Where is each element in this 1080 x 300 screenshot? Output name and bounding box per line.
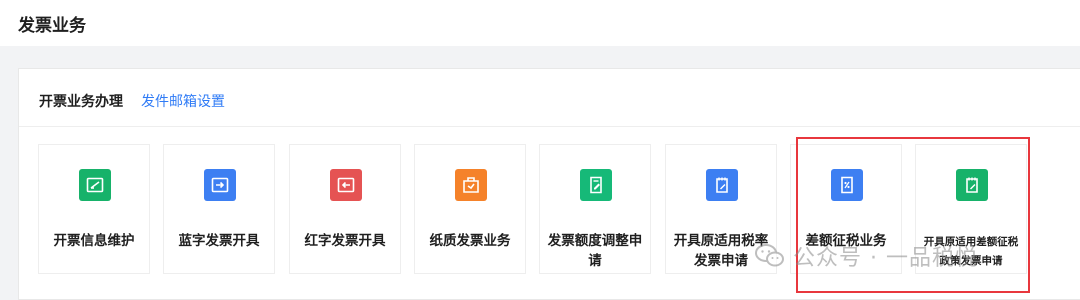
page-title: 发票业务	[18, 16, 86, 36]
tab-mailbox-settings[interactable]: 发件邮箱设置	[141, 91, 225, 111]
top-bar: 发票业务	[0, 0, 1080, 46]
tile-red-invoice[interactable]: 红字发票开具	[289, 144, 401, 274]
tile-blue-invoice[interactable]: 蓝字发票开具	[163, 144, 275, 274]
tab-invoice-business[interactable]: 开票业务办理	[39, 91, 123, 111]
tile-quota-adjust[interactable]: 发票额度调整申请	[539, 144, 651, 274]
tab-bar: 开票业务办理 发件邮箱设置	[19, 69, 1080, 127]
watermark: 公众号 · 一品税悦	[755, 236, 1055, 276]
quota-adjust-icon	[580, 169, 612, 201]
paper-invoice-icon	[455, 169, 487, 201]
tile-paper-invoice[interactable]: 纸质发票业务	[414, 144, 526, 274]
blue-invoice-icon	[204, 169, 236, 201]
tile-invoice-info[interactable]: 开票信息维护	[38, 144, 150, 274]
tile-label: 纸质发票业务	[429, 233, 511, 249]
tile-label: 红字发票开具	[304, 233, 386, 249]
red-invoice-icon	[330, 169, 362, 201]
tile-label: 蓝字发票开具	[178, 233, 260, 249]
tile-label: 发票额度调整申请	[547, 233, 643, 269]
original-rate-icon	[706, 169, 738, 201]
wechat-icon	[755, 244, 784, 267]
invoice-info-icon	[79, 169, 111, 201]
watermark-text: 公众号 · 一品税悦	[793, 246, 978, 271]
tile-label: 开票信息维护	[53, 233, 135, 249]
